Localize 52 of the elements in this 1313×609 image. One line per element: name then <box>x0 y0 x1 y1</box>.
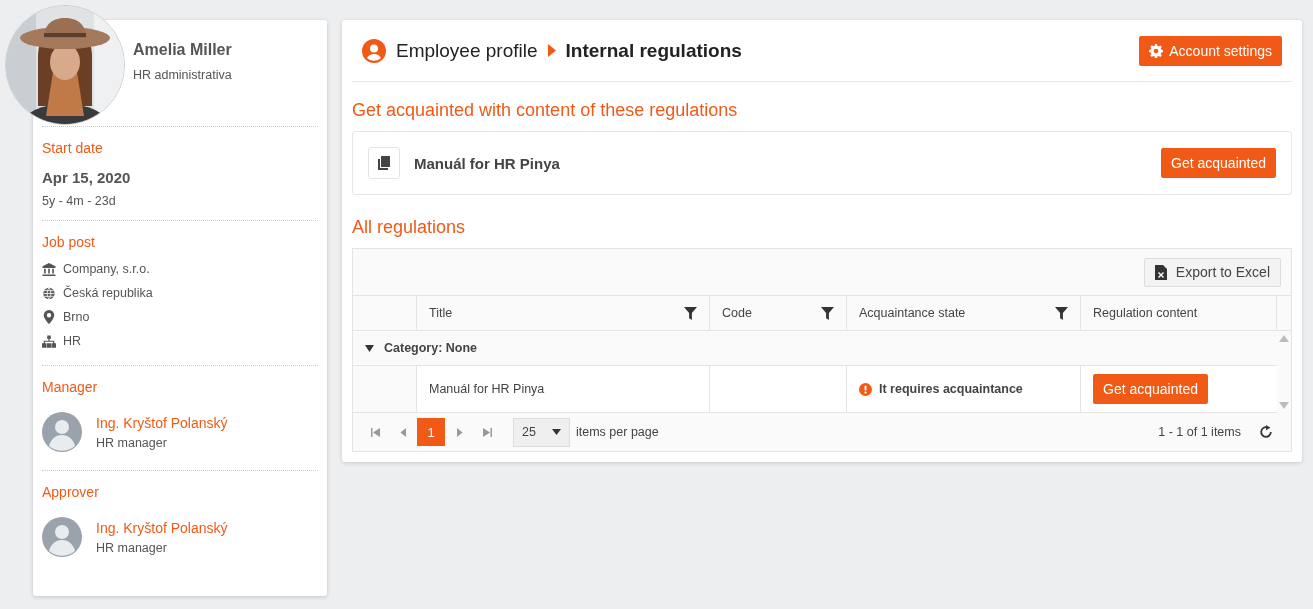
caret-down-icon[interactable] <box>552 429 561 435</box>
tenure-text: 5y - 4m - 23d <box>42 194 116 208</box>
avatar-icon <box>42 517 82 557</box>
settings-icon <box>1149 43 1164 58</box>
per-page-label: items per page <box>576 425 659 439</box>
job-detail: Company, s.r.o. <box>63 262 150 276</box>
globe-icon <box>42 286 56 300</box>
excel-file-icon <box>1154 264 1167 280</box>
person-role: HR manager <box>96 540 167 555</box>
copy-icon <box>368 147 400 179</box>
group-label: Category: None <box>384 341 478 355</box>
refresh-icon[interactable] <box>1259 425 1273 439</box>
table-cell: Manuál for HR Pinya <box>429 382 545 396</box>
column-header[interactable]: Acquaintance state <box>846 296 1080 330</box>
section-heading: All regulations <box>352 217 466 238</box>
section-heading: Get acquainted with content of these regulations <box>352 100 738 121</box>
column-title: Code <box>722 306 752 320</box>
profile-role: HR administrativa <box>133 68 232 82</box>
section-title: Approver <box>42 484 99 500</box>
bank-icon <box>42 262 56 276</box>
collapse-caret-icon[interactable] <box>365 344 374 352</box>
column-title: Regulation content <box>1093 306 1198 320</box>
acquaintance-status: It requires acquaintance <box>879 382 1023 396</box>
warning-icon <box>859 382 872 396</box>
hierarchy-icon <box>42 334 56 348</box>
start-date: Apr 15, 2020 <box>42 169 131 186</box>
avatar-icon <box>42 412 82 452</box>
job-detail: Česká republika <box>63 286 153 300</box>
user-circle-icon <box>362 38 386 63</box>
section-title: Manager <box>42 379 98 395</box>
chevron-right-icon <box>547 44 556 57</box>
filter-icon[interactable] <box>1055 306 1068 320</box>
section-title: Start date <box>42 140 103 156</box>
export-excel-button[interactable]: Export to Excel <box>1143 257 1281 287</box>
section-title: Job post <box>42 234 95 250</box>
column-title: Title <box>429 306 453 320</box>
column-header[interactable]: Title <box>416 296 709 330</box>
page-size-dropdown[interactable]: 25 <box>513 417 570 447</box>
pager-summary: 1 - 1 of 1 items <box>1158 425 1241 439</box>
breadcrumb-item: Internal regulations <box>565 39 742 62</box>
breadcrumb-item[interactable]: Employee profile <box>396 39 538 62</box>
regulation-title: Manuál for HR Pinya <box>414 154 561 172</box>
filter-icon[interactable] <box>821 306 834 320</box>
column-title: Acquaintance state <box>859 306 966 320</box>
pin-icon <box>42 310 56 324</box>
column-header[interactable]: Code <box>709 296 846 330</box>
job-detail: HR <box>63 334 82 348</box>
person-role: HR manager <box>96 435 167 450</box>
column-header[interactable]: Regulation content <box>1080 296 1276 330</box>
filter-icon[interactable] <box>684 306 697 320</box>
job-detail: Brno <box>63 310 90 324</box>
profile-name: Amelia Miller <box>133 41 232 59</box>
